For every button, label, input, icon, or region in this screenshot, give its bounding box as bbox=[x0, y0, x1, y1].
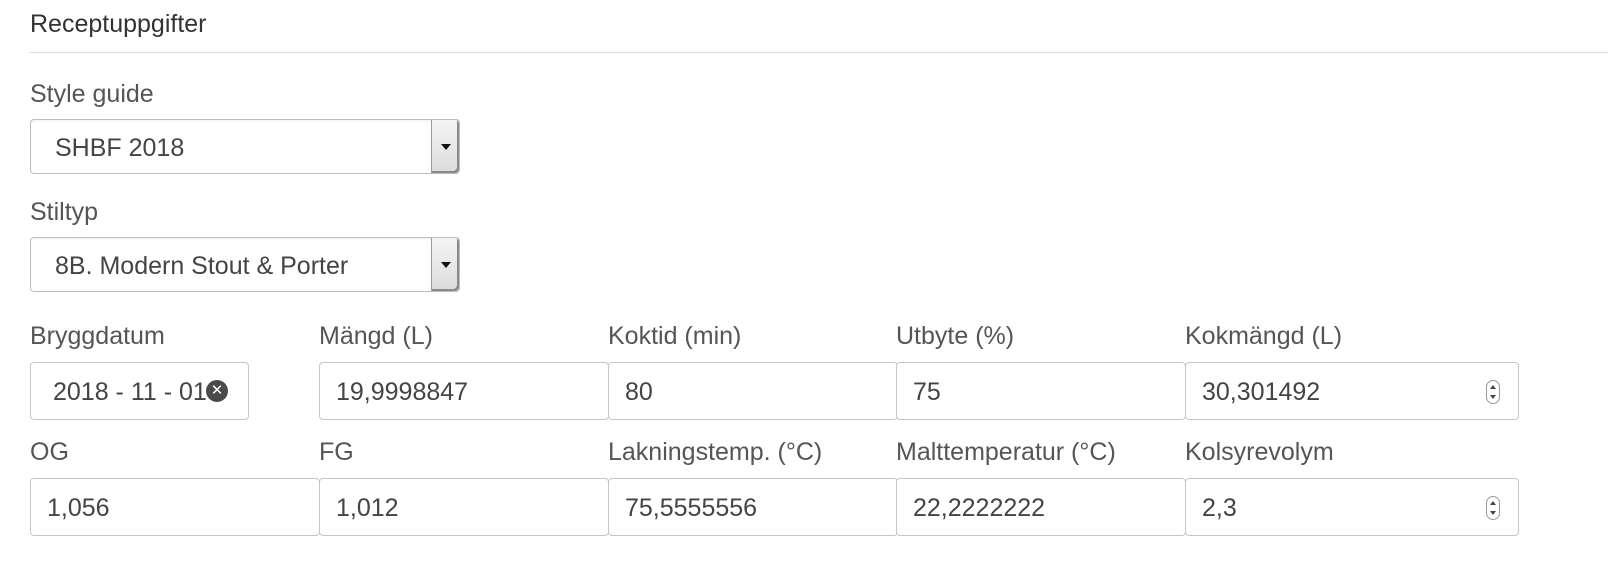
fg-label: FG bbox=[319, 438, 354, 466]
brew-date-label: Bryggdatum bbox=[30, 322, 165, 350]
section-title: Receptuppgifter bbox=[30, 10, 207, 38]
boil-time-value: 80 bbox=[625, 378, 653, 406]
boil-volume-input[interactable]: 30,301492 bbox=[1185, 362, 1519, 420]
brew-date-input[interactable]: 2018 - 11 - 01 ✕ bbox=[30, 362, 249, 420]
style-type-select[interactable]: 8B. Modern Stout & Porter bbox=[30, 237, 460, 292]
efficiency-label: Utbyte (%) bbox=[896, 322, 1015, 350]
number-spinner-icon[interactable] bbox=[1486, 380, 1500, 404]
number-spinner-icon[interactable] bbox=[1486, 496, 1500, 520]
volume-value: 19,9998847 bbox=[336, 378, 469, 406]
boil-volume-value: 30,301492 bbox=[1202, 378, 1321, 406]
fg-value: 1,012 bbox=[336, 494, 399, 522]
malt-temp-label: Malttemperatur (°C) bbox=[896, 438, 1116, 466]
style-guide-value: SHBF 2018 bbox=[55, 134, 185, 162]
dropdown-arrow-icon[interactable] bbox=[431, 238, 459, 291]
dropdown-arrow-icon[interactable] bbox=[431, 120, 459, 173]
style-guide-select[interactable]: SHBF 2018 bbox=[30, 119, 460, 174]
boil-time-label: Koktid (min) bbox=[608, 322, 742, 350]
co2-volume-value: 2,3 bbox=[1202, 494, 1237, 522]
volume-label: Mängd (L) bbox=[319, 322, 433, 350]
efficiency-value: 75 bbox=[913, 378, 941, 406]
boil-time-input[interactable]: 80 bbox=[608, 362, 898, 420]
sparge-temp-label: Lakningstemp. (°C) bbox=[608, 438, 823, 466]
og-input[interactable]: 1,056 bbox=[30, 478, 320, 536]
style-guide-label: Style guide bbox=[30, 80, 154, 108]
sparge-temp-value: 75,5555556 bbox=[625, 494, 758, 522]
clear-circle-icon[interactable]: ✕ bbox=[206, 380, 228, 402]
og-value: 1,056 bbox=[47, 494, 110, 522]
efficiency-input[interactable]: 75 bbox=[896, 362, 1186, 420]
co2-volume-label: Kolsyrevolym bbox=[1185, 438, 1334, 466]
sparge-temp-input[interactable]: 75,5555556 bbox=[608, 478, 898, 536]
co2-volume-input[interactable]: 2,3 bbox=[1185, 478, 1519, 536]
brew-date-value: 2018 - 11 - 01 bbox=[53, 378, 207, 406]
og-label: OG bbox=[30, 438, 69, 466]
malt-temp-value: 22,2222222 bbox=[913, 494, 1046, 522]
boil-volume-label: Kokmängd (L) bbox=[1185, 322, 1343, 350]
fg-input[interactable]: 1,012 bbox=[319, 478, 609, 536]
style-type-label: Stiltyp bbox=[30, 198, 99, 226]
style-type-value: 8B. Modern Stout & Porter bbox=[55, 252, 349, 280]
volume-input[interactable]: 19,9998847 bbox=[319, 362, 609, 420]
section-divider bbox=[30, 52, 1608, 53]
malt-temp-input[interactable]: 22,2222222 bbox=[896, 478, 1186, 536]
